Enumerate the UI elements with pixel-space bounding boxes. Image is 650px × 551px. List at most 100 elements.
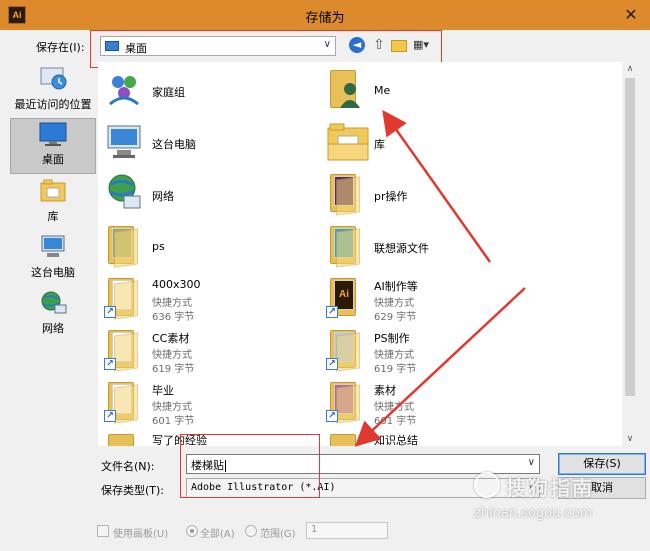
- list-item[interactable]: ↗ 400x300 快捷方式 636 字节: [98, 272, 320, 324]
- network-icon: [104, 170, 144, 216]
- libraries-icon: [38, 178, 68, 204]
- chevron-down-icon[interactable]: ∨: [528, 457, 535, 468]
- use-artboards-checkbox[interactable]: [97, 525, 109, 537]
- folder-icon: [104, 222, 144, 268]
- item-size: 601 字节: [374, 416, 417, 427]
- file-name-input[interactable]: 楼梯贴 ∨: [186, 454, 540, 474]
- place-label: 这台电脑: [31, 266, 75, 279]
- chevron-down-icon: ∨: [527, 481, 535, 492]
- this-pc-icon: [38, 234, 68, 260]
- item-type: 快捷方式: [152, 402, 192, 413]
- item-name: 网络: [152, 190, 174, 203]
- item-size: 601 字节: [152, 416, 195, 427]
- network-icon: [38, 290, 68, 316]
- scroll-down-icon[interactable]: ∨: [622, 432, 638, 446]
- up-folder-icon[interactable]: ⇧: [371, 37, 387, 53]
- item-name: 毕业: [152, 384, 174, 397]
- list-item[interactable]: 这台电脑: [98, 116, 320, 168]
- item-name: Me: [374, 84, 391, 97]
- shortcut-arrow-icon: ↗: [104, 306, 116, 318]
- place-label: 最近访问的位置: [14, 98, 92, 111]
- back-icon[interactable]: ◄: [349, 37, 365, 53]
- item-type: 快捷方式: [374, 402, 414, 413]
- shortcut-arrow-icon: ↗: [326, 306, 338, 318]
- list-item[interactable]: 家庭组: [98, 64, 320, 116]
- shortcut-folder-icon: ↗: [104, 326, 144, 372]
- list-item[interactable]: ↗ CC素材 快捷方式 619 字节: [98, 324, 320, 376]
- range-radio[interactable]: [245, 525, 257, 537]
- range-input[interactable]: 1: [306, 522, 388, 539]
- place-label: 桌面: [42, 153, 64, 166]
- list-item[interactable]: 联想源文件: [320, 220, 542, 272]
- list-item[interactable]: pr操作: [320, 168, 542, 220]
- list-item[interactable]: ↗ 毕业 快捷方式 601 字节: [98, 376, 320, 428]
- place-label: 库: [47, 210, 59, 223]
- place-desktop[interactable]: 桌面: [10, 118, 96, 174]
- folder-icon: [104, 430, 144, 446]
- list-item[interactable]: 网络: [98, 168, 320, 220]
- save-button[interactable]: 保存(S): [558, 453, 646, 475]
- folder-icon: [326, 430, 366, 446]
- new-folder-icon[interactable]: [391, 40, 407, 52]
- item-name: 这台电脑: [152, 138, 196, 151]
- item-name: 写了的经验: [152, 434, 207, 446]
- shortcut-folder-icon: Ai ↗: [326, 274, 366, 320]
- artboard-options: 使用画板(U) 全部(A) 范围(G) 1: [0, 520, 650, 542]
- item-size: 629 字节: [374, 312, 417, 323]
- vertical-scrollbar[interactable]: ∧ ∨: [622, 62, 638, 446]
- place-recent[interactable]: 最近访问的位置: [10, 64, 96, 120]
- scrollbar-thumb[interactable]: [625, 78, 635, 396]
- chevron-down-icon: ∨: [323, 39, 331, 50]
- shortcut-folder-icon: ↗: [104, 378, 144, 424]
- shortcut-folder-icon: ↗: [104, 274, 144, 320]
- file-type-dropdown[interactable]: Adobe Illustrator (*.AI) ∨: [186, 478, 540, 498]
- list-item[interactable]: 库: [320, 116, 542, 168]
- file-list[interactable]: 家庭组 Me 这台电脑 库 网络 pr操作 ps 联想源文件 ↗ 400x300…: [98, 62, 638, 446]
- item-type: 快捷方式: [152, 298, 192, 309]
- place-network[interactable]: 网络: [10, 288, 96, 344]
- cancel-button[interactable]: 取消: [558, 477, 646, 499]
- list-item[interactable]: Me: [320, 64, 542, 116]
- place-libraries[interactable]: 库: [10, 176, 96, 232]
- range-label: 范围(G): [260, 529, 296, 540]
- item-name: PS制作: [374, 332, 410, 345]
- file-name-label: 文件名(N):: [101, 460, 155, 473]
- scroll-up-icon[interactable]: ∧: [622, 62, 638, 76]
- watermark-url: zhinan.sogou.com: [474, 506, 593, 521]
- homegroup-icon: [104, 66, 144, 112]
- recent-places-icon: [38, 66, 68, 92]
- close-button[interactable]: ✕: [622, 6, 640, 24]
- all-label: 全部(A): [200, 529, 235, 540]
- list-item[interactable]: Ai ↗ AI制作等 快捷方式 629 字节: [320, 272, 542, 324]
- list-item[interactable]: ↗ PS制作 快捷方式 619 字节: [320, 324, 542, 376]
- item-name: 素材: [374, 384, 396, 397]
- view-menu-icon[interactable]: ▦▾: [413, 37, 437, 53]
- item-type: 快捷方式: [374, 298, 414, 309]
- all-radio[interactable]: [186, 525, 198, 537]
- item-size: 636 字节: [152, 312, 195, 323]
- folder-icon: [326, 222, 366, 268]
- file-name-value: 楼梯贴: [191, 459, 224, 472]
- dialog-title: 存储为: [305, 11, 345, 26]
- save-in-dropdown[interactable]: 桌面 ∨: [100, 36, 336, 56]
- item-name: 知识总结: [374, 434, 418, 446]
- list-item[interactable]: ps: [98, 220, 320, 272]
- title-bar: Ai 存储为 ✕: [0, 0, 650, 30]
- item-name: ps: [152, 240, 165, 253]
- list-item[interactable]: 知识总结: [320, 428, 542, 446]
- shortcut-arrow-icon: ↗: [326, 410, 338, 422]
- places-bar: 最近访问的位置 桌面 库 这台电脑 网络: [10, 62, 96, 342]
- shortcut-arrow-icon: ↗: [326, 358, 338, 370]
- list-item[interactable]: 写了的经验: [98, 428, 320, 446]
- place-this-pc[interactable]: 这台电脑: [10, 232, 96, 288]
- place-label: 网络: [42, 322, 64, 335]
- list-item[interactable]: ↗ 素材 快捷方式 601 字节: [320, 376, 542, 428]
- file-type-value: Adobe Illustrator (*.AI): [191, 482, 336, 493]
- use-artboards-label: 使用画板(U): [113, 529, 169, 540]
- item-type: 快捷方式: [374, 350, 414, 361]
- item-name: CC素材: [152, 332, 190, 345]
- desktop-icon: [38, 121, 68, 147]
- text-caret: [225, 460, 226, 472]
- item-type: 快捷方式: [152, 350, 192, 361]
- item-name: 家庭组: [152, 86, 185, 99]
